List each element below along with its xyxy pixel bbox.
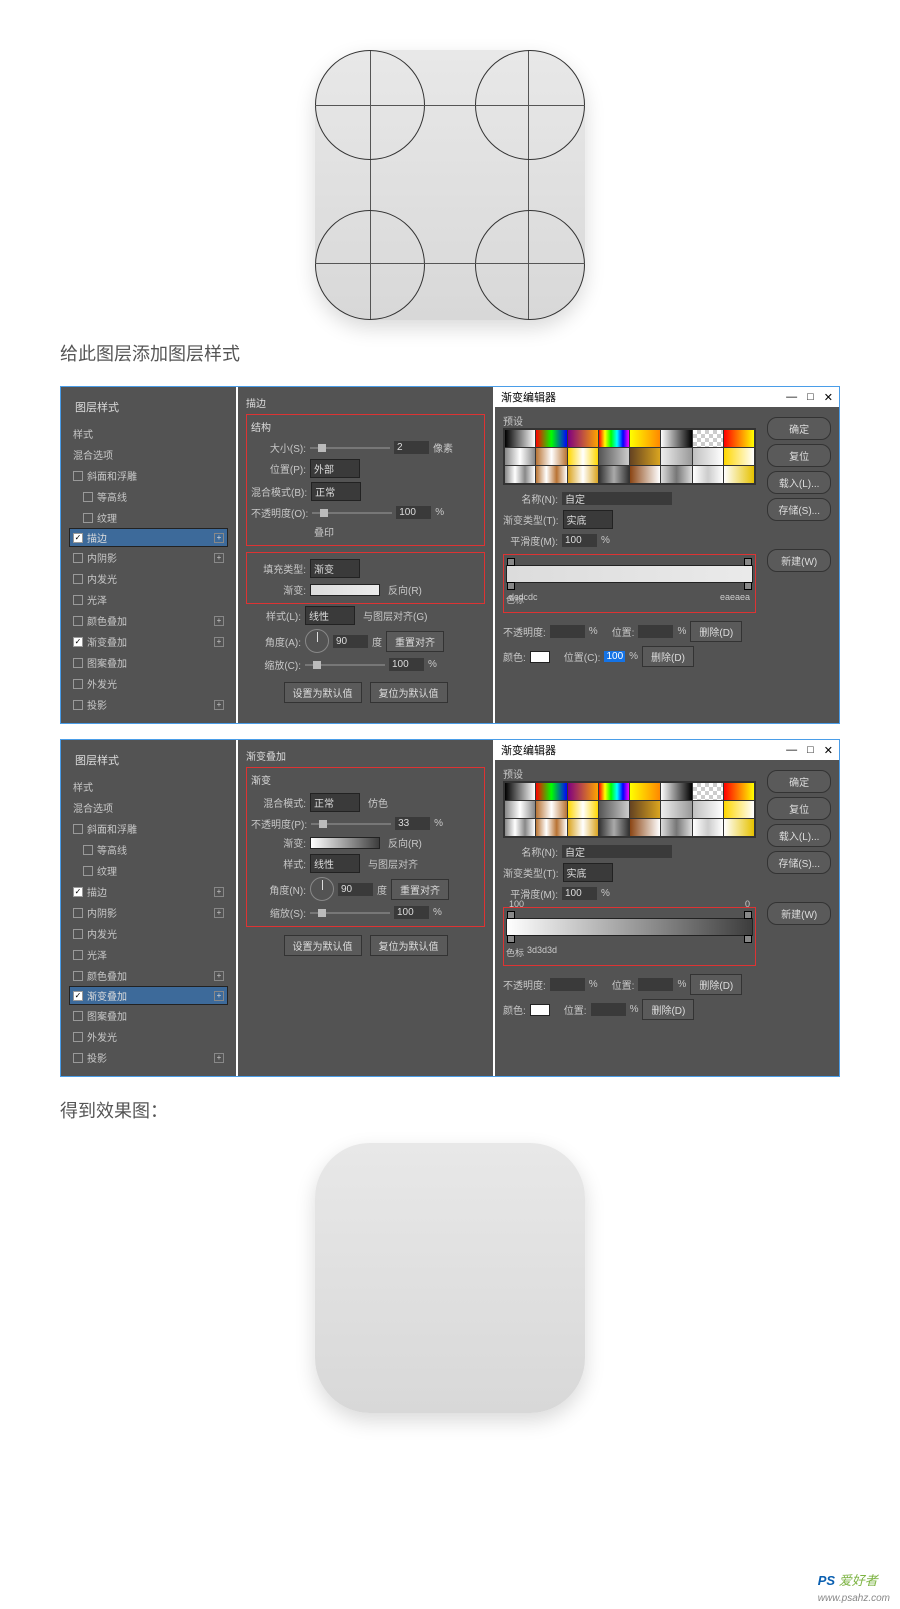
blend-options[interactable]: 混合选项 xyxy=(69,797,228,818)
styles-header[interactable]: 样式 xyxy=(69,423,228,444)
close-icon[interactable]: ✕ xyxy=(824,744,833,757)
new-button[interactable]: 新建(W) xyxy=(767,549,831,572)
style-select[interactable]: 线性 xyxy=(305,606,355,625)
blend-select[interactable]: 正常 xyxy=(311,482,361,501)
add-icon: + xyxy=(214,533,224,543)
delete-button[interactable]: 删除(D) xyxy=(690,621,742,642)
fill-type-select[interactable]: 渐变 xyxy=(310,559,360,578)
blend-select[interactable]: 正常 xyxy=(310,793,360,812)
style-outer-glow[interactable]: 外发光 xyxy=(69,673,228,694)
maximize-icon[interactable]: □ xyxy=(807,391,814,404)
style-texture[interactable]: 纹理 xyxy=(69,507,228,528)
minimize-icon[interactable]: — xyxy=(786,744,797,757)
style-satin[interactable]: 光泽 xyxy=(69,944,228,965)
gradient-bar[interactable]: 100 0 3d3d3d xyxy=(506,918,753,936)
position-select[interactable]: 外部 xyxy=(310,459,360,478)
style-contour[interactable]: 等高线 xyxy=(69,486,228,507)
make-default-button[interactable]: 设置为默认值 xyxy=(284,682,362,703)
style-inner-shadow[interactable]: 内阴影+ xyxy=(69,902,228,923)
reset-default-button[interactable]: 复位为默认值 xyxy=(370,682,448,703)
styles-header[interactable]: 样式 xyxy=(69,776,228,797)
style-color-overlay[interactable]: 颜色叠加+ xyxy=(69,610,228,631)
style-drop-shadow[interactable]: 投影+ xyxy=(69,1047,228,1068)
type-select[interactable]: 实底 xyxy=(563,510,613,529)
cancel-button[interactable]: 复位 xyxy=(767,797,831,820)
gradient-presets[interactable] xyxy=(503,428,756,485)
close-icon[interactable]: ✕ xyxy=(824,391,833,404)
dialog-title: 图层样式 xyxy=(69,395,228,419)
style-satin[interactable]: 光泽 xyxy=(69,589,228,610)
stroke-title: 描边 xyxy=(246,395,485,410)
angle-dial[interactable] xyxy=(305,629,329,653)
editor-titlebar: 渐变编辑器 —□✕ xyxy=(495,387,839,407)
layer-style-dialog-stroke: 图层样式 样式 混合选项 斜面和浮雕 等高线 纹理 描边+ 内阴影+ 内发光 光… xyxy=(60,386,840,724)
icon-preview-guides xyxy=(60,50,840,320)
ok-button[interactable]: 确定 xyxy=(767,770,831,793)
style-outer-glow[interactable]: 外发光 xyxy=(69,1026,228,1047)
style-pattern-overlay[interactable]: 图案叠加 xyxy=(69,652,228,673)
gradient-preview[interactable] xyxy=(310,584,380,596)
style-contour[interactable]: 等高线 xyxy=(69,839,228,860)
style-pattern-overlay[interactable]: 图案叠加 xyxy=(69,1005,228,1026)
save-button[interactable]: 存储(S)... xyxy=(767,851,831,874)
style-bevel[interactable]: 斜面和浮雕 xyxy=(69,465,228,486)
style-stroke[interactable]: 描边+ xyxy=(69,881,228,902)
save-button[interactable]: 存储(S)... xyxy=(767,498,831,521)
style-bevel[interactable]: 斜面和浮雕 xyxy=(69,818,228,839)
style-texture[interactable]: 纹理 xyxy=(69,860,228,881)
gradient-bar[interactable]: dcdcdc eaeaea xyxy=(506,565,753,583)
style-drop-shadow[interactable]: 投影+ xyxy=(69,694,228,715)
ok-button[interactable]: 确定 xyxy=(767,417,831,440)
caption-1: 给此图层添加图层样式 xyxy=(60,340,840,366)
style-inner-glow[interactable]: 内发光 xyxy=(69,568,228,589)
style-inner-glow[interactable]: 内发光 xyxy=(69,923,228,944)
load-button[interactable]: 载入(L)... xyxy=(767,471,831,494)
reset-align-button[interactable]: 重置对齐 xyxy=(386,631,444,652)
load-button[interactable]: 载入(L)... xyxy=(767,824,831,847)
color-chip[interactable] xyxy=(530,651,550,663)
caption-2: 得到效果图： xyxy=(60,1097,840,1123)
opacity-input[interactable] xyxy=(395,817,430,830)
watermark: PS 爱好者 www.psahz.com xyxy=(818,1570,890,1604)
opacity-input[interactable] xyxy=(396,506,431,519)
style-inner-shadow[interactable]: 内阴影+ xyxy=(69,547,228,568)
blend-options[interactable]: 混合选项 xyxy=(69,444,228,465)
layer-style-dialog-gradient: 图层样式 样式 混合选项 斜面和浮雕 等高线 纹理 描边+ 内阴影+ 内发光 光… xyxy=(60,739,840,1077)
new-button[interactable]: 新建(W) xyxy=(767,902,831,925)
style-gradient-overlay[interactable]: 渐变叠加+ xyxy=(69,986,228,1005)
minimize-icon[interactable]: — xyxy=(786,391,797,404)
style-color-overlay[interactable]: 颜色叠加+ xyxy=(69,965,228,986)
cancel-button[interactable]: 复位 xyxy=(767,444,831,467)
icon-preview-result xyxy=(60,1143,840,1413)
style-gradient-overlay[interactable]: 渐变叠加+ xyxy=(69,631,228,652)
maximize-icon[interactable]: □ xyxy=(807,744,814,757)
gradient-preview[interactable] xyxy=(310,837,380,849)
style-stroke[interactable]: 描边+ xyxy=(69,528,228,547)
name-input[interactable] xyxy=(562,492,672,505)
gradient-presets[interactable] xyxy=(503,781,756,838)
size-input[interactable] xyxy=(394,441,429,454)
